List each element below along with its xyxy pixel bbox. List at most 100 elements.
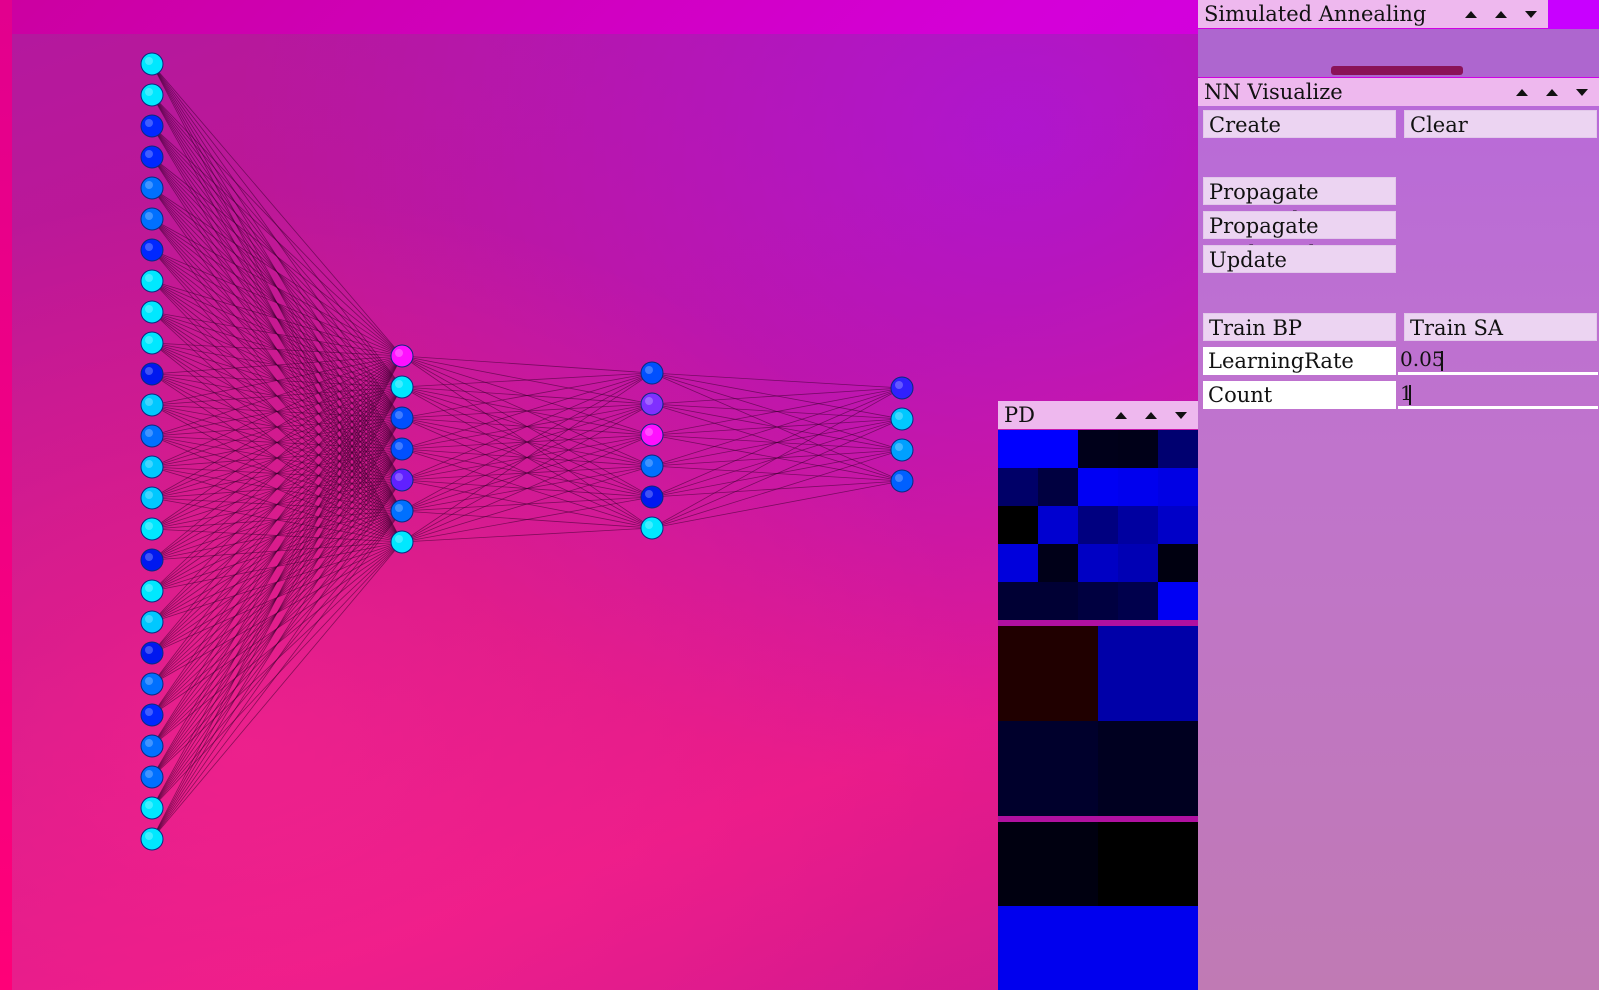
- network-neuron[interactable]: [140, 114, 164, 138]
- pd-heatmap: [998, 430, 1198, 990]
- network-neuron[interactable]: [140, 579, 164, 603]
- network-neuron[interactable]: [140, 207, 164, 231]
- text-caret: [1441, 351, 1443, 371]
- network-neuron[interactable]: [140, 486, 164, 510]
- network-neuron[interactable]: [140, 83, 164, 107]
- network-neuron[interactable]: [140, 424, 164, 448]
- network-neuron[interactable]: [390, 499, 414, 523]
- neuron-highlight: [145, 336, 153, 344]
- pd-top-cell: [1158, 506, 1198, 544]
- collapse-up-icon[interactable]: [1460, 0, 1482, 28]
- pd-mid-cell: [1098, 721, 1198, 816]
- network-neuron[interactable]: [390, 530, 414, 554]
- network-neuron[interactable]: [640, 392, 664, 416]
- network-neuron[interactable]: [640, 485, 664, 509]
- neuron-highlight: [395, 442, 403, 450]
- pd-top-cell: [998, 468, 1038, 506]
- neuron-highlight: [645, 521, 653, 529]
- network-neuron[interactable]: [140, 765, 164, 789]
- network-neuron[interactable]: [140, 548, 164, 572]
- move-up-icon[interactable]: [1490, 0, 1512, 28]
- network-neuron[interactable]: [140, 176, 164, 200]
- network-neuron[interactable]: [140, 300, 164, 324]
- pd-top-cell: [1118, 506, 1158, 544]
- network-neuron[interactable]: [640, 516, 664, 540]
- network-neuron[interactable]: [140, 610, 164, 634]
- move-up-icon[interactable]: [1541, 78, 1563, 106]
- network-neuron[interactable]: [140, 52, 164, 76]
- network-neuron[interactable]: [140, 796, 164, 820]
- create-button[interactable]: Create: [1203, 110, 1396, 138]
- neuron-highlight: [145, 88, 153, 96]
- neuron-highlight: [145, 429, 153, 437]
- network-neuron[interactable]: [140, 455, 164, 479]
- network-edge: [651, 449, 903, 529]
- network-edge: [401, 434, 653, 543]
- network-edge: [401, 372, 653, 481]
- network-neuron[interactable]: [140, 269, 164, 293]
- nn-visualize-header[interactable]: NN Visualize: [1198, 78, 1599, 106]
- pd-bottom-cell: [1098, 822, 1198, 906]
- network-neuron[interactable]: [140, 362, 164, 386]
- network-neuron[interactable]: [140, 517, 164, 541]
- network-neuron[interactable]: [390, 375, 414, 399]
- pd-top-cell: [1118, 430, 1158, 468]
- neuron-highlight: [895, 443, 903, 451]
- expand-down-icon[interactable]: [1571, 78, 1593, 106]
- network-neuron[interactable]: [140, 703, 164, 727]
- collapse-up-icon[interactable]: [1511, 78, 1533, 106]
- propagate-forward-button[interactable]: Propagate Forward: [1203, 177, 1396, 232]
- pd-mid-cell: [1098, 626, 1198, 721]
- network-neuron[interactable]: [890, 469, 914, 493]
- network-neuron[interactable]: [140, 672, 164, 696]
- neuron-highlight: [895, 381, 903, 389]
- propagate-backward-button[interactable]: Propagate Backward: [1203, 211, 1396, 266]
- network-neuron[interactable]: [390, 468, 414, 492]
- neuron-highlight: [145, 708, 153, 716]
- count-input[interactable]: [1398, 379, 1598, 409]
- network-neuron[interactable]: [390, 344, 414, 368]
- expand-down-icon[interactable]: [1170, 401, 1192, 429]
- network-neuron[interactable]: [390, 437, 414, 461]
- network-neuron[interactable]: [140, 393, 164, 417]
- network-neuron[interactable]: [890, 376, 914, 400]
- text-caret: [1409, 385, 1411, 405]
- neuron-highlight: [145, 584, 153, 592]
- network-neuron[interactable]: [640, 454, 664, 478]
- neuron-highlight: [395, 504, 403, 512]
- count-label: Count: [1203, 381, 1396, 409]
- simulated-annealing-header[interactable]: Simulated Annealing: [1198, 0, 1548, 28]
- network-neuron[interactable]: [140, 641, 164, 665]
- pd-top-cell: [1118, 468, 1158, 506]
- pd-top-cell: [1078, 582, 1118, 620]
- network-neuron[interactable]: [640, 361, 664, 385]
- network-neuron[interactable]: [140, 331, 164, 355]
- pd-top-cell: [1038, 544, 1078, 582]
- network-neuron[interactable]: [140, 734, 164, 758]
- network-neuron[interactable]: [640, 423, 664, 447]
- train-bp-button[interactable]: Train BP: [1203, 313, 1396, 341]
- neuron-highlight: [895, 412, 903, 420]
- network-neuron[interactable]: [140, 238, 164, 262]
- pd-top-cell: [998, 506, 1038, 544]
- learning-rate-input[interactable]: [1398, 345, 1598, 375]
- collapse-up-icon[interactable]: [1110, 401, 1132, 429]
- train-sa-button[interactable]: Train SA: [1404, 313, 1597, 341]
- pd-mid-cell: [998, 721, 1098, 816]
- move-up-icon[interactable]: [1140, 401, 1162, 429]
- expand-down-icon[interactable]: [1520, 0, 1542, 28]
- network-neuron[interactable]: [890, 407, 914, 431]
- update-button[interactable]: Update: [1203, 245, 1396, 273]
- network-neuron[interactable]: [890, 438, 914, 462]
- pd-top-cell: [1038, 430, 1078, 468]
- network-neuron[interactable]: [140, 145, 164, 169]
- network-neuron[interactable]: [390, 406, 414, 430]
- neuron-highlight: [145, 460, 153, 468]
- pd-header[interactable]: PD: [998, 401, 1198, 429]
- neuron-highlight: [145, 181, 153, 189]
- network-neuron[interactable]: [140, 827, 164, 851]
- header-background: [1548, 0, 1599, 29]
- neuron-highlight: [145, 212, 153, 220]
- pd-top-cell: [1078, 544, 1118, 582]
- clear-button[interactable]: Clear: [1404, 110, 1597, 138]
